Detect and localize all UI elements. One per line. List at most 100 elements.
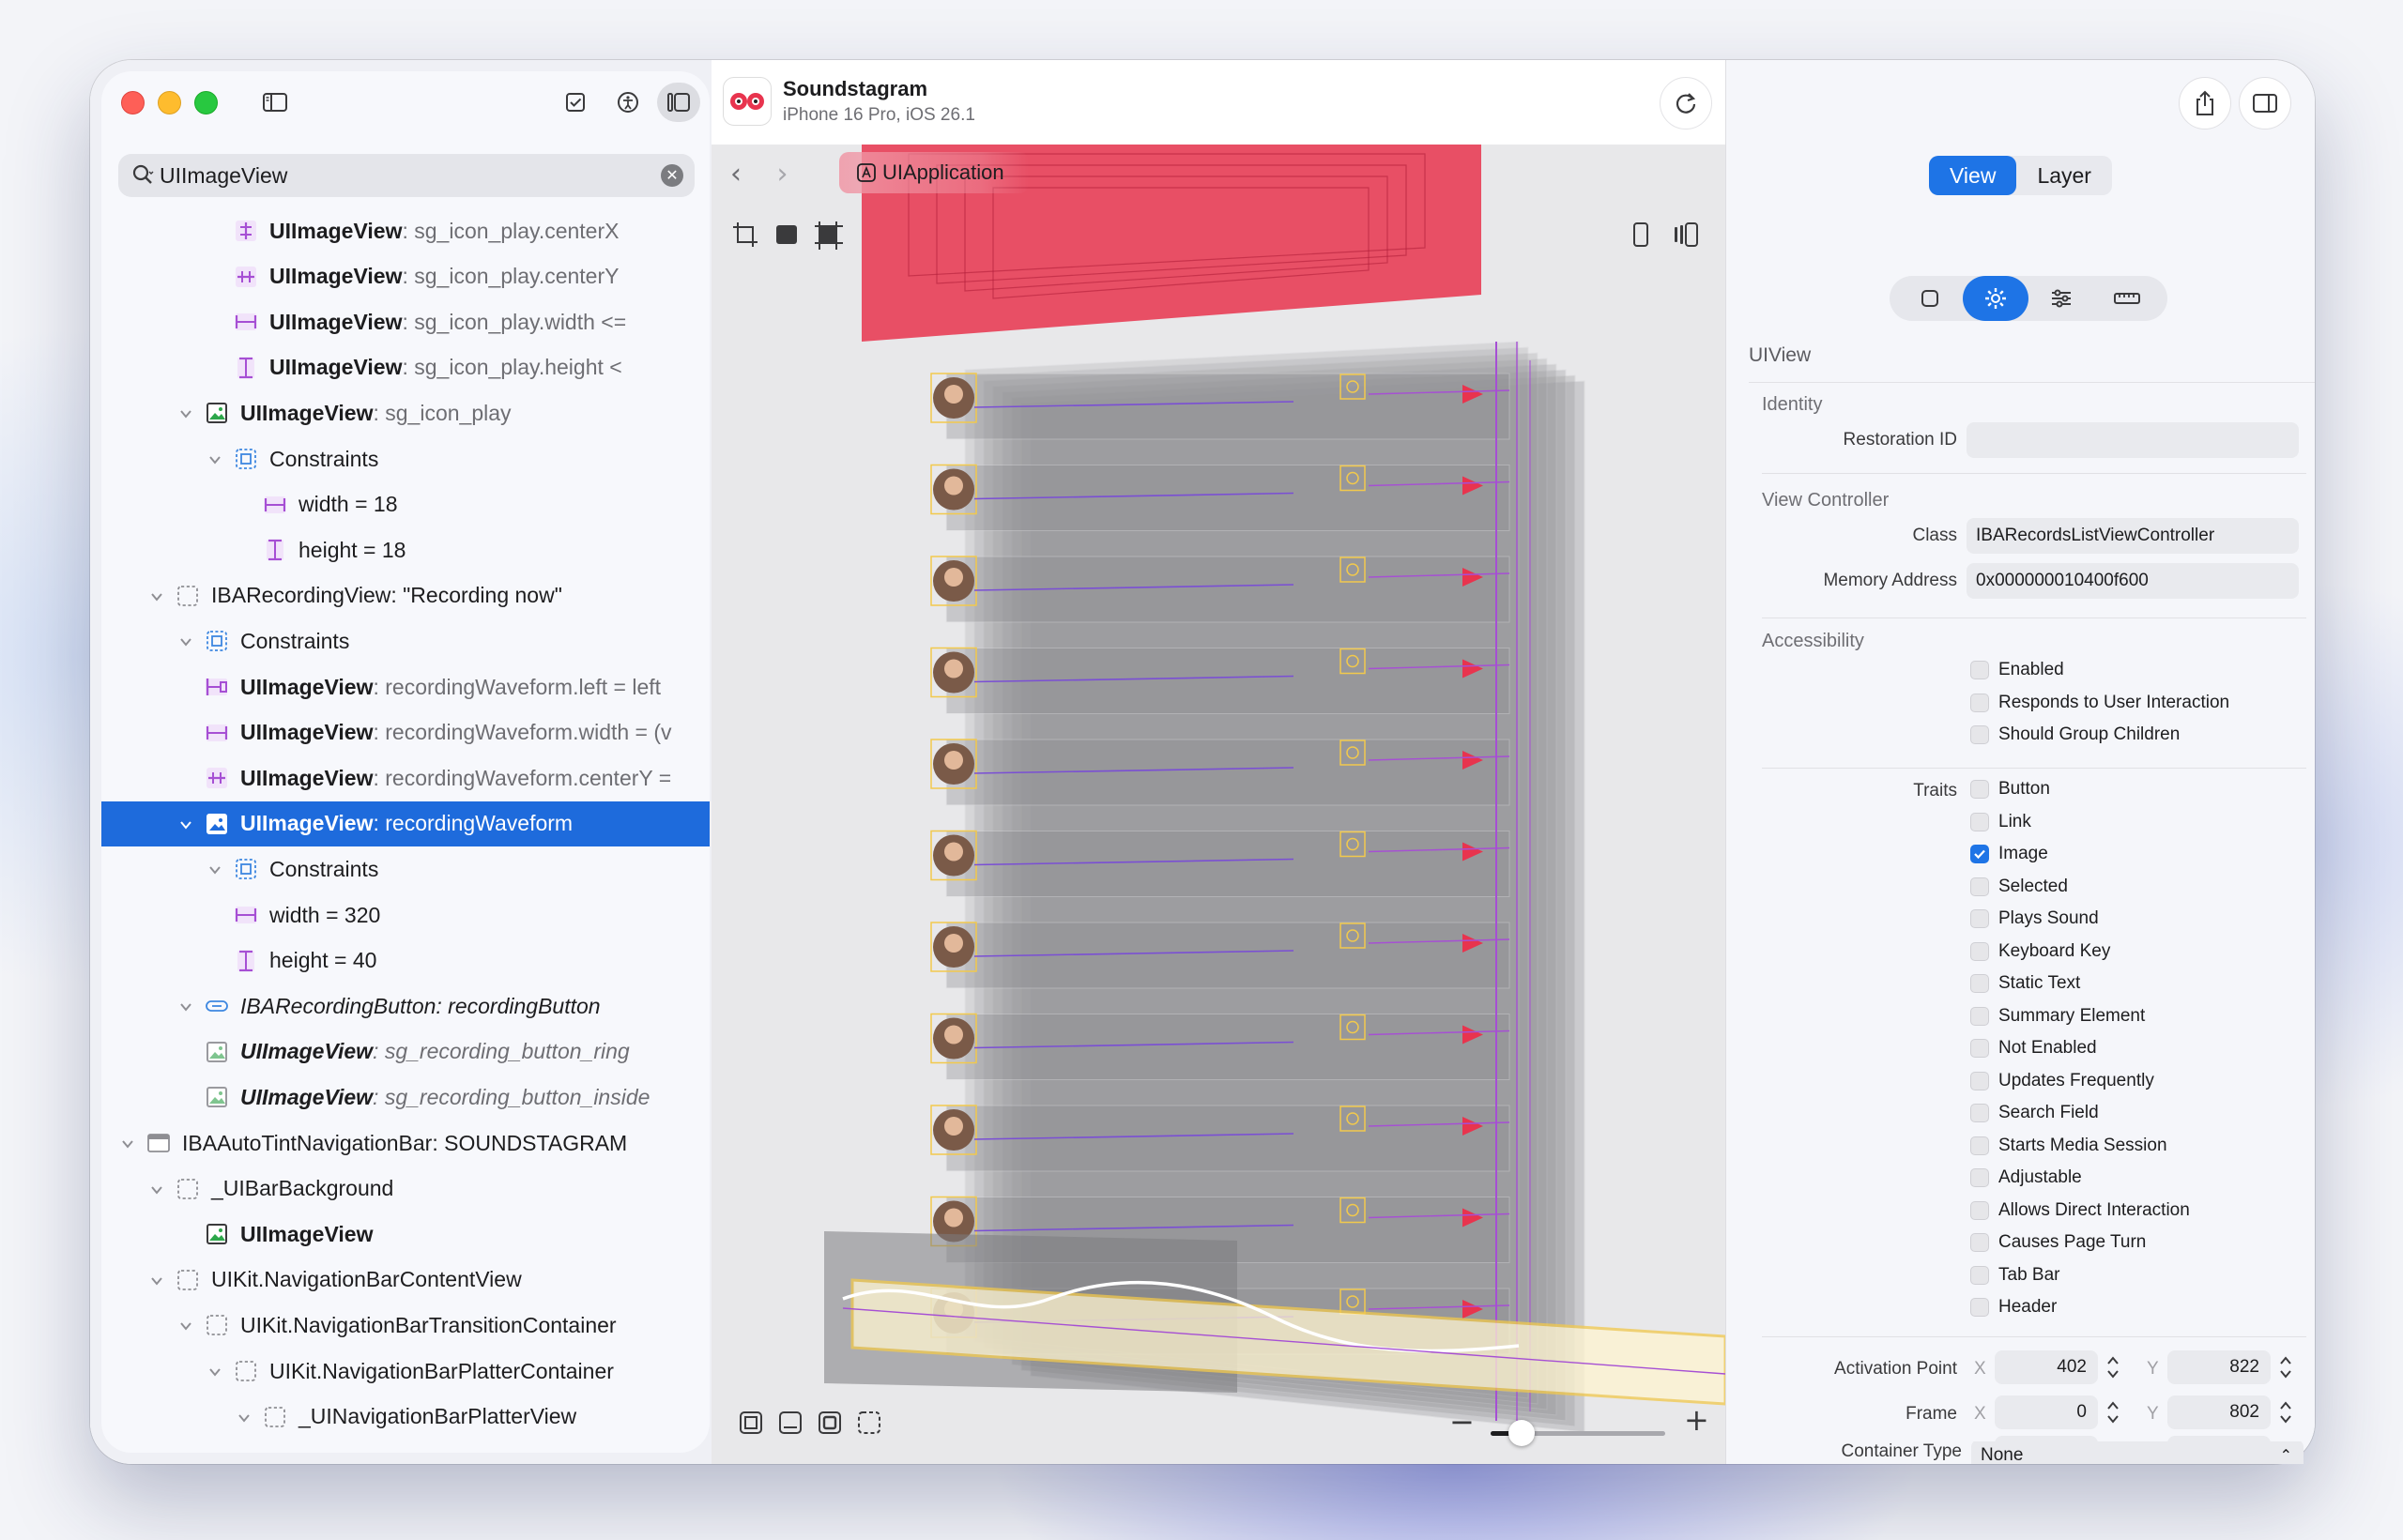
layout-toggle-icon[interactable] — [657, 83, 700, 122]
checkbox-box[interactable] — [1970, 1265, 1989, 1285]
tree-row[interactable]: height = 18 — [101, 527, 710, 572]
checkbox-tab-bar[interactable]: Tab Bar — [1970, 1265, 2059, 1286]
share-button[interactable] — [2179, 77, 2231, 130]
checkbox-adjustable[interactable]: Adjustable — [1970, 1167, 2082, 1188]
checkbox-box[interactable] — [1970, 725, 1989, 744]
restoration-id-field[interactable] — [1967, 422, 2299, 458]
minimize-window-button[interactable] — [158, 91, 181, 114]
checkbox-box[interactable] — [1970, 1200, 1989, 1220]
frame-y-field[interactable]: 802 — [2167, 1395, 2271, 1429]
checkbox-static-text[interactable]: Static Text — [1970, 973, 2080, 994]
tree-row[interactable]: _UIBarBackground — [101, 1166, 710, 1212]
filled-square-icon[interactable] — [772, 220, 802, 250]
tree-row[interactable]: width = 320 — [101, 892, 710, 938]
back-icon[interactable]: ‹ — [730, 158, 742, 191]
breadcrumb[interactable]: UIApplication — [839, 152, 1029, 193]
tree-row[interactable]: UIImageView: sg_icon_play.centerY — [101, 254, 710, 299]
tree-row[interactable]: UIKit.NavigationBarPlatterContainer — [101, 1349, 710, 1394]
tree-row[interactable]: IBARecordingView: "Recording now" — [101, 573, 710, 618]
tree-row[interactable]: UIImageView: recordingWaveform.width = (… — [101, 710, 710, 755]
tree-row[interactable]: UIImageView — [101, 1212, 710, 1257]
disclosure-chevron-icon[interactable] — [176, 404, 195, 422]
checkbox-box[interactable] — [1970, 1039, 1989, 1058]
checkbox-responds-to-user-interaction[interactable]: Responds to User Interaction — [1970, 693, 2229, 713]
checkbox-summary-element[interactable]: Summary Element — [1970, 1006, 2145, 1027]
forward-icon[interactable]: › — [777, 158, 788, 191]
checkbox-plays-sound[interactable]: Plays Sound — [1970, 908, 2099, 929]
disclosure-chevron-icon[interactable] — [235, 1408, 253, 1426]
disclosure-chevron-icon[interactable] — [176, 815, 195, 833]
activation-y-field[interactable]: 822 — [2167, 1350, 2271, 1384]
inspector-toggle-button[interactable] — [2239, 77, 2291, 130]
frame-icon[interactable] — [813, 220, 843, 250]
accessibility-icon[interactable] — [612, 86, 644, 118]
checkbox-box[interactable] — [1970, 1233, 1989, 1252]
bottom-edge-icon[interactable] — [777, 1410, 804, 1436]
checkbox-enabled[interactable]: Enabled — [1970, 660, 2064, 680]
device-icon[interactable] — [1626, 220, 1656, 250]
segment-layer[interactable]: Layer — [2016, 156, 2112, 195]
tree-row[interactable]: Constraints — [101, 436, 710, 481]
checkbox-box[interactable] — [1970, 974, 1989, 993]
frame-y-stepper-icon[interactable] — [2278, 1396, 2293, 1428]
square-icon[interactable] — [1897, 276, 1963, 321]
tree-row[interactable]: IBAAutoTintNavigationBar: SOUNDSTAGRAM — [101, 1121, 710, 1166]
checkbox-image[interactable]: Image — [1970, 844, 2048, 864]
tree-row[interactable]: height = 40 — [101, 938, 710, 983]
checkbox-search-field[interactable]: Search Field — [1970, 1103, 2099, 1123]
tree-row[interactable]: UIImageView: sg_icon_play.width <= — [101, 299, 710, 344]
tree-row[interactable]: UIImageView: sg_recording_button_inside — [101, 1075, 710, 1120]
checkbox-updates-frequently[interactable]: Updates Frequently — [1970, 1071, 2154, 1091]
disclosure-chevron-icon[interactable] — [206, 860, 224, 878]
search-field[interactable]: ✕ — [118, 154, 695, 197]
checkbox-box[interactable] — [1970, 877, 1989, 896]
class-field[interactable]: IBARecordsListViewController — [1967, 518, 2299, 554]
disclosure-chevron-icon[interactable] — [176, 1316, 195, 1334]
checkbox-not-enabled[interactable]: Not Enabled — [1970, 1038, 2097, 1059]
tree-row[interactable]: _UINavigationBarPlatterView — [101, 1395, 710, 1440]
checkbox-button[interactable]: Button — [1970, 779, 2050, 800]
tree-row[interactable]: UIImageView: recordingWaveform — [101, 800, 710, 846]
segment-view[interactable]: View — [1929, 156, 2017, 195]
zoom-out-button[interactable]: − — [1449, 1404, 1475, 1440]
fit-icon[interactable] — [738, 1410, 764, 1436]
activation-x-stepper-icon[interactable] — [2105, 1351, 2120, 1383]
disclosure-chevron-icon[interactable] — [118, 1134, 137, 1152]
crop-icon[interactable] — [730, 220, 760, 250]
checkbox-box[interactable] — [1970, 661, 1989, 679]
tree-row[interactable]: UIImageView: sg_icon_play.centerX — [101, 208, 710, 253]
tree-row[interactable]: UIImageView: sg_icon_play.height < — [101, 345, 710, 390]
disclosure-chevron-icon[interactable] — [206, 450, 224, 468]
inset-icon[interactable] — [817, 1410, 843, 1436]
view-layer-segmented-control[interactable]: View Layer — [1929, 156, 2112, 195]
checkbox-keyboard-key[interactable]: Keyboard Key — [1970, 941, 2110, 962]
close-window-button[interactable] — [121, 91, 145, 114]
zoom-window-button[interactable] — [194, 91, 218, 114]
checkbox-starts-media-session[interactable]: Starts Media Session — [1970, 1136, 2167, 1156]
activation-x-field[interactable]: 402 — [1995, 1350, 2098, 1384]
checkbox-box[interactable] — [1970, 1071, 1989, 1090]
dashed-frame-icon[interactable] — [856, 1410, 882, 1436]
disclosure-chevron-icon[interactable] — [176, 632, 195, 650]
layers-icon[interactable] — [1671, 220, 1701, 250]
checklist-icon[interactable] — [559, 86, 591, 118]
sliders-icon[interactable] — [2028, 276, 2094, 321]
3d-view-scene[interactable] — [712, 60, 1725, 1464]
checkbox-selected[interactable]: Selected — [1970, 877, 2068, 897]
search-input[interactable] — [160, 162, 648, 189]
memory-address-field[interactable]: 0x000000010400f600 — [1967, 563, 2299, 599]
checkbox-box[interactable] — [1970, 909, 1989, 928]
tree-row[interactable]: UIKit.NavigationBarTransitionContainer — [101, 1303, 710, 1348]
disclosure-chevron-icon[interactable] — [206, 1362, 224, 1380]
checkbox-header[interactable]: Header — [1970, 1297, 2057, 1318]
disclosure-chevron-icon[interactable] — [147, 1180, 166, 1198]
clear-search-icon[interactable]: ✕ — [661, 164, 683, 187]
checkbox-link[interactable]: Link — [1970, 812, 2031, 832]
tree-row[interactable]: Constraints — [101, 846, 710, 892]
disclosure-chevron-icon[interactable] — [147, 587, 166, 605]
frame-x-field[interactable]: 0 — [1995, 1395, 2098, 1429]
tree-row[interactable]: UIImageView: recordingWaveform.left = le… — [101, 664, 710, 709]
checkbox-box[interactable] — [1970, 1168, 1989, 1187]
container-type-select[interactable]: None ⌃ — [1971, 1441, 2304, 1464]
checkbox-allows-direct-interaction[interactable]: Allows Direct Interaction — [1970, 1200, 2190, 1221]
